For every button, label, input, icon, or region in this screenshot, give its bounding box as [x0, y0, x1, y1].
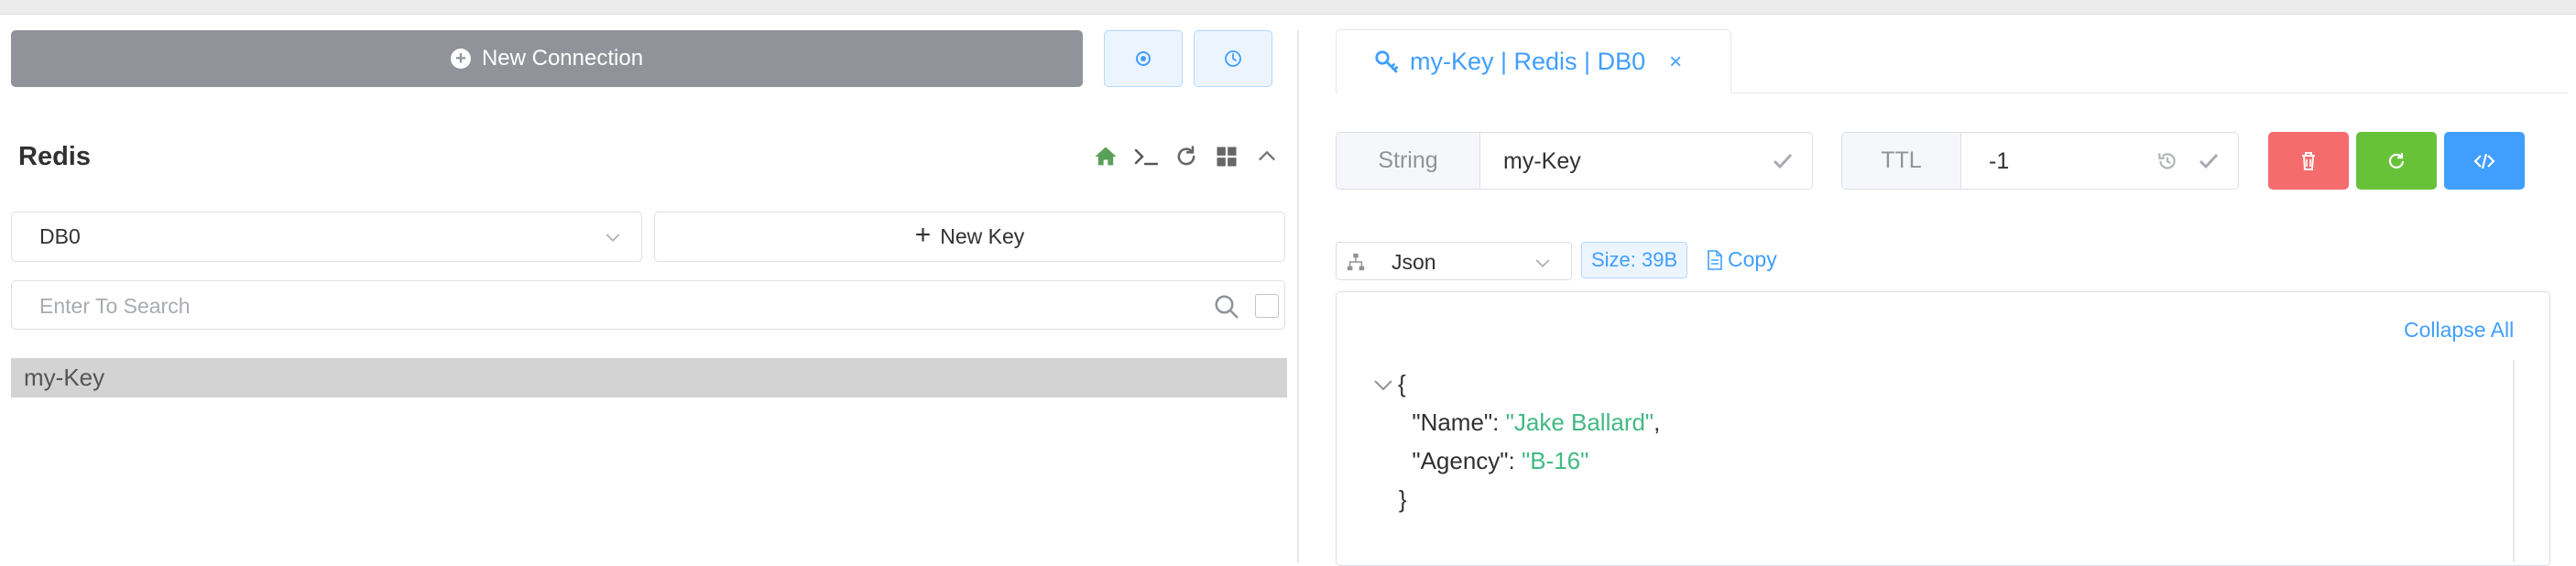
new-key-button[interactable]: + New Key	[654, 212, 1285, 262]
json-open-brace: {	[1398, 370, 1406, 397]
history-button[interactable]	[1194, 30, 1272, 87]
copy-button[interactable]: Copy	[1706, 247, 1777, 272]
copy-label: Copy	[1728, 247, 1777, 271]
key-name-field: String	[1336, 132, 1813, 190]
panel-divider[interactable]	[1297, 30, 1299, 562]
json-key: "Name"	[1412, 408, 1493, 436]
key-list-item[interactable]: my-Key	[11, 358, 1287, 397]
ttl-label: TTL	[1842, 133, 1961, 189]
chevron-down-icon	[1535, 259, 1550, 267]
db-select[interactable]: DB0	[11, 212, 642, 262]
format-select-value: Json	[1392, 250, 1436, 274]
json-key: "Agency"	[1412, 447, 1509, 474]
json-viewer: { "Name": "Jake Ballard", "Agency": "B-1…	[1372, 365, 1660, 518]
plus-circle-icon: +	[450, 49, 471, 69]
search-icon[interactable]	[1213, 293, 1240, 321]
search-input[interactable]	[39, 292, 1184, 320]
key-name-input[interactable]	[1503, 146, 1760, 177]
check-icon[interactable]	[1772, 150, 1794, 172]
grid-icon[interactable]	[1213, 143, 1240, 170]
terminal-icon[interactable]	[1132, 143, 1160, 170]
db-select-value: DB0	[39, 224, 81, 248]
reset-icon[interactable]	[2156, 149, 2179, 173]
document-icon	[1708, 249, 1722, 270]
plus-icon: +	[914, 220, 932, 250]
window-top-bar	[0, 0, 2576, 15]
size-badge: Size: 39B	[1581, 242, 1688, 278]
ttl-input[interactable]	[1989, 146, 2135, 177]
key-list-item-label: my-Key	[24, 364, 105, 391]
tab-key-detail[interactable]: my-Key | Redis | DB0 ×	[1336, 29, 1731, 93]
connection-title: Redis	[18, 142, 91, 171]
key-icon	[1375, 49, 1398, 72]
check-icon[interactable]	[2198, 150, 2220, 172]
json-open-row: {	[1372, 365, 1660, 403]
json-field-row: "Name": "Jake Ballard",	[1412, 408, 1661, 436]
collapse-icon[interactable]	[1253, 143, 1281, 170]
json-string-value: "B-16"	[1521, 447, 1589, 474]
ttl-field: TTL	[1841, 132, 2239, 190]
new-key-label: New Key	[940, 224, 1025, 248]
chevron-down-icon	[606, 234, 620, 242]
new-connection-button[interactable]: + New Connection	[11, 30, 1083, 87]
delete-key-button[interactable]	[2268, 132, 2349, 190]
format-select[interactable]: Json	[1336, 242, 1572, 280]
close-icon[interactable]: ×	[1669, 49, 1682, 75]
connection-actions	[1092, 143, 1281, 170]
json-close-row: }	[1372, 480, 1660, 518]
refresh-icon[interactable]	[1173, 143, 1200, 170]
key-type-label: String	[1337, 133, 1480, 189]
chevron-down-icon[interactable]	[1372, 376, 1394, 395]
home-icon[interactable]	[1092, 143, 1119, 170]
history-icon	[1225, 50, 1241, 67]
code-icon	[2473, 153, 2495, 169]
refresh-key-button[interactable]	[2356, 132, 2437, 190]
json-string-value: "Jake Ballard"	[1505, 408, 1654, 436]
json-separator: ,	[1654, 408, 1661, 436]
delete-icon	[2302, 151, 2315, 170]
json-close-brace: }	[1398, 485, 1407, 513]
tree-icon	[1347, 253, 1365, 271]
search-box	[11, 280, 1285, 330]
editor-scrollbar[interactable]	[2513, 360, 2515, 562]
collapse-all-button[interactable]: Collapse All	[2404, 318, 2514, 343]
json-field-row: "Agency": "B-16"	[1412, 447, 1589, 474]
exact-search-checkbox[interactable]	[1255, 294, 1279, 318]
tab-label: my-Key | Redis | DB0	[1410, 48, 1646, 75]
refresh-icon	[2388, 152, 2405, 169]
settings-icon	[1136, 51, 1151, 66]
new-connection-label: New Connection	[481, 46, 644, 71]
settings-button[interactable]	[1104, 30, 1183, 87]
dump-command-button[interactable]	[2444, 132, 2525, 190]
